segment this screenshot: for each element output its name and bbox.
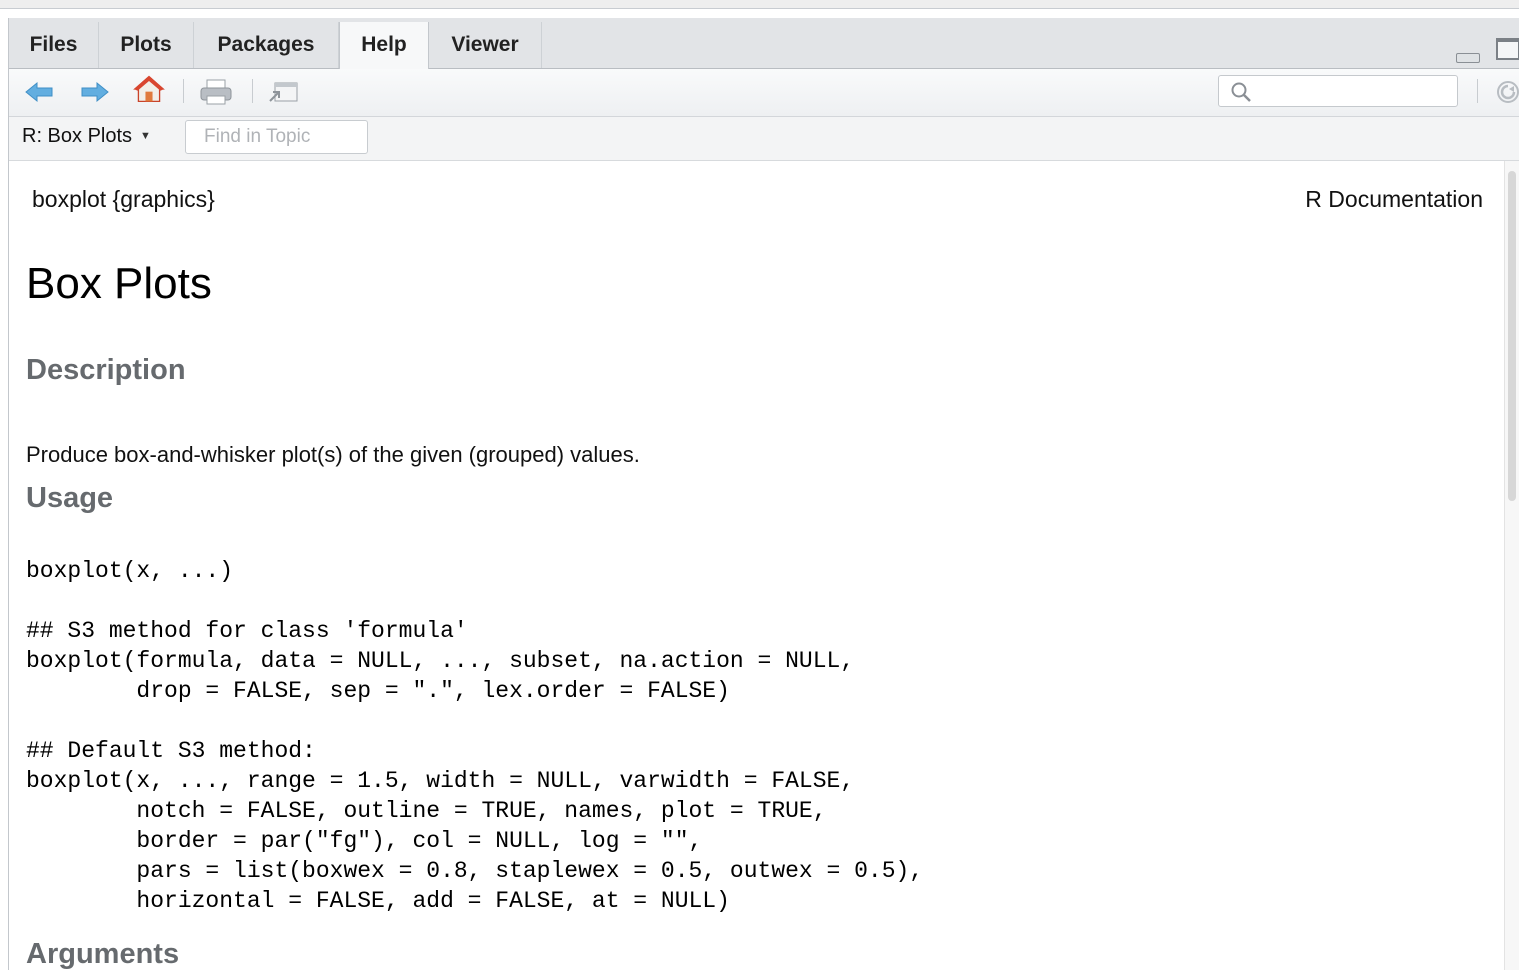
print-icon[interactable] [199,77,233,107]
topic-bar: R: Box Plots ▼ [9,117,1519,161]
description-text: Produce box-and-whisker plot(s) of the g… [26,442,640,467]
r-documentation-label: R Documentation [1305,186,1483,212]
toolbar-separator [252,79,253,103]
toolbar-separator [183,79,184,103]
new-window-icon[interactable] [267,77,301,107]
package-line: boxplot {graphics} [32,186,215,212]
usage-code-formula: ## S3 method for class 'formula' boxplot… [26,618,855,704]
forward-arrow-icon[interactable] [79,77,111,107]
tab-packages[interactable]: Packages [194,22,339,68]
tab-help[interactable]: Help [339,22,429,69]
help-toolbar [9,69,1519,117]
toolbar-separator [1477,79,1478,103]
chevron-down-icon: ▼ [140,130,151,142]
description-heading: Description [26,354,186,386]
home-icon[interactable] [131,74,167,104]
topic-dropdown[interactable]: R: Box Plots ▼ [22,125,151,148]
document-scrollbar[interactable] [1504,161,1519,970]
maximize-pane-button[interactable] [1496,38,1519,60]
refresh-icon[interactable] [1489,77,1519,107]
search-icon [1231,82,1251,102]
tab-files[interactable]: Files [9,22,99,68]
scrollbar-thumb[interactable] [1508,171,1516,501]
minimize-pane-button[interactable] [1456,53,1480,63]
help-document: boxplot {graphics} R Documentation Box P… [9,161,1504,970]
page-title: Box Plots [26,259,212,308]
window-top-strip [0,0,1519,9]
topic-dropdown-label: R: Box Plots [22,125,133,147]
usage-code-generic: boxplot(x, ...) [26,558,234,584]
arguments-heading: Arguments [26,938,180,970]
pane-tab-bar: Files Plots Packages Help Viewer [9,18,1519,69]
help-search-box[interactable] [1218,75,1458,107]
find-in-topic-input[interactable] [185,120,368,154]
usage-heading: Usage [26,482,114,514]
tab-plots[interactable]: Plots [99,22,194,68]
tab-viewer[interactable]: Viewer [429,22,542,68]
usage-code-default: ## Default S3 method: boxplot(x, ..., ra… [26,738,924,914]
back-arrow-icon[interactable] [23,77,55,107]
help-pane: Files Plots Packages Help Viewer R: Box … [8,18,1519,970]
